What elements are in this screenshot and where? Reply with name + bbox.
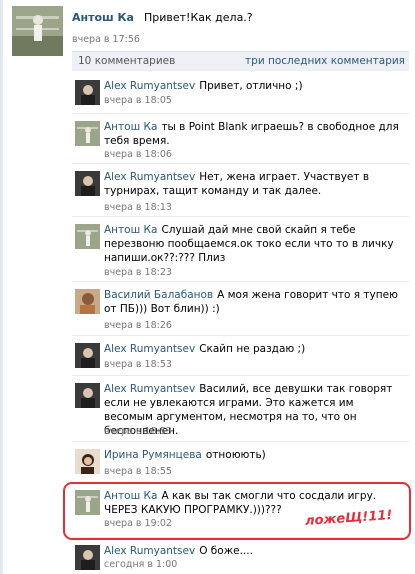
comment-text: Скайп не раздаю ;) (199, 343, 306, 355)
comment-body: Alex Rumyantsev Скайп не раздаю ;) (104, 342, 404, 356)
left-rail (0, 0, 3, 574)
comment-author[interactable]: Антош Ка (104, 224, 157, 236)
comment-author[interactable]: Ирина Румянцева (104, 449, 202, 461)
comment-time[interactable]: сегодня в 1:00 (104, 559, 177, 570)
comment-body: Alex Rumyantsev О боже.... (104, 544, 404, 558)
comments-count[interactable]: 10 комментариев (78, 55, 175, 67)
comment-body: Alex Rumyantsev Привет, отлично ;) (104, 79, 404, 93)
post-message: Привет!Как дела.? (144, 11, 253, 24)
comment-time[interactable]: вчера в 18:53 (104, 359, 172, 370)
comment-text: О боже.... (199, 545, 253, 557)
comment-author[interactable]: Alex Rumyantsev (104, 343, 195, 355)
comment-time[interactable]: вчера в 18:13 (104, 202, 172, 213)
comment-body: Антош Ка Слушай дай мне свой скайп я тебе… (104, 223, 404, 265)
comment-avatar[interactable] (75, 343, 100, 368)
comment-body: Ирина Румянцева отноюють) (104, 448, 404, 462)
comment-author[interactable]: Alex Rumyantsev (104, 545, 195, 557)
comment-body: Василий Балабанов А моя жена говорит что … (104, 288, 404, 316)
comment: Alex Rumyantsev О боже.... сегодня в 1:00 (72, 537, 409, 574)
comment-author[interactable]: Alex Rumyantsev (104, 383, 195, 395)
comments-bar: 10 комментариев три последних комментари… (72, 51, 409, 71)
comment: Василий Балабанов А моя жена говорит что … (72, 281, 409, 336)
post-author-avatar[interactable] (12, 6, 63, 56)
comment-author[interactable]: Антош Ка (104, 121, 157, 133)
comment-avatar[interactable] (75, 383, 100, 408)
comment-author[interactable]: Alex Rumyantsev (104, 171, 195, 183)
comment-text: Привет, отлично ;) (199, 80, 303, 92)
comment-time[interactable]: вчера в 18:26 (104, 320, 172, 331)
comment-time[interactable]: вчера в 18:55 (104, 466, 172, 477)
comment-avatar[interactable] (75, 449, 100, 474)
comment-avatar[interactable] (75, 289, 100, 314)
comment-text: отноюють) (205, 449, 266, 461)
comment: Антош Ка Слушай дай мне свой скайп я тебе… (72, 216, 409, 282)
comment-body: Антош Ка ты в Point Blank играешь? в своб… (104, 120, 404, 148)
comment: Alex Rumyantsev Нет, жена играет. Участву… (72, 163, 409, 217)
comment: Ирина Румянцева отноюють) вчера в 18:55 (72, 441, 409, 483)
comment: Антош Ка ты в Point Blank играешь? в своб… (72, 113, 409, 164)
comment-body: Alex Rumyantsev Нет, жена играет. Участву… (104, 170, 404, 198)
post-time[interactable]: вчера в 17:56 (72, 34, 140, 45)
comment-avatar[interactable] (75, 80, 100, 105)
comment-avatar[interactable] (75, 171, 100, 196)
comment-time[interactable]: вчера в 18:23 (104, 267, 172, 278)
comment-time[interactable]: вчера в 18:06 (104, 149, 172, 160)
comment-time[interactable]: вчера в 18:05 (104, 95, 172, 106)
comment-avatar[interactable] (75, 545, 100, 570)
post-author[interactable]: Антош Ка (72, 11, 134, 24)
comment-avatar[interactable] (75, 224, 100, 249)
comment-author[interactable]: Василий Балабанов (104, 289, 213, 301)
comment: Alex Rumyantsev Привет, отлично ;) вчера … (72, 72, 409, 114)
last-comments-link[interactable]: три последних комментария (245, 55, 405, 67)
comment: Alex Rumyantsev Скайп не раздаю ;) вчера … (72, 335, 409, 376)
comment-avatar[interactable] (75, 121, 100, 146)
comment-author[interactable]: Alex Rumyantsev (104, 80, 195, 92)
comment: Alex Rumyantsev Василий, все девушки так … (72, 375, 409, 442)
comment-time[interactable]: вчера в 18:53 (104, 426, 172, 437)
